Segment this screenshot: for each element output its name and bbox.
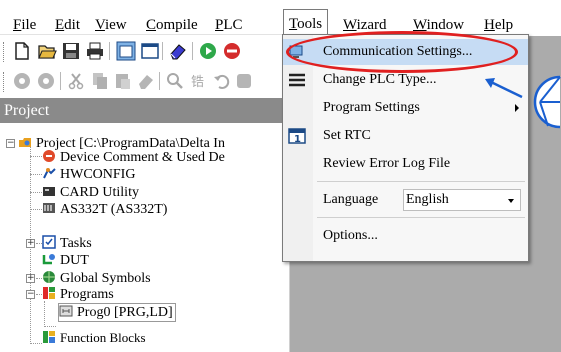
tree-item-dut[interactable]: DUT [42,252,89,269]
cut-icon [68,73,84,90]
tree-item-label: Global Symbols [60,271,151,286]
calendar-icon: 1 [288,128,306,144]
programs-icon [43,287,55,299]
save-icon[interactable] [61,41,81,61]
tree-collapse-toggle[interactable]: − [26,290,35,299]
offline-icon [38,73,54,89]
device-comment-icon [43,150,55,162]
menu-plc[interactable]: PLC [215,16,243,34]
card-icon [43,187,55,196]
replace-icon: 锆 [191,75,204,90]
menu-item-review-error-log[interactable]: Review Error Log File [283,151,528,177]
toolbar-edit: 锆 [0,66,300,96]
open-folder-icon[interactable] [37,41,57,61]
menu-compile[interactable]: Compile [146,16,198,34]
window-icon[interactable] [140,41,160,61]
tree-line [30,209,42,210]
tree-item-label: Programs [60,287,114,302]
tree-item-programs[interactable]: Programs [42,286,114,303]
tree-line [30,156,42,157]
change-plc-icon [289,73,305,87]
tree-item-label: DUT [60,253,89,268]
window-layout-icon[interactable] [116,41,136,61]
eraser-icon[interactable] [168,41,188,61]
tasks-icon [42,235,56,249]
erase-icon [139,75,153,89]
function-blocks-icon [43,331,55,343]
menu-item-options[interactable]: Options... [283,223,528,249]
paste-icon [116,74,130,89]
menu-edit[interactable]: Edit [55,16,80,34]
undo-icon [214,74,230,89]
tree-item-card-utility[interactable]: CARD Utility [42,184,139,201]
new-file-icon[interactable] [12,41,32,61]
tree-expand-toggle[interactable]: + [26,274,35,283]
menu-separator [317,181,525,182]
tree-item-label: Prog0 [PRG,LD] [77,305,173,320]
hwconfig-icon [43,168,56,179]
toolbar-main [0,36,300,66]
tree-item-label: Function Blocks [60,330,146,345]
run-icon[interactable] [198,41,218,61]
project-panel-title: Project [0,98,290,123]
tree-item-label: AS332T (AS332T) [60,202,168,217]
tree-item-device-comment[interactable]: Device Comment & Used De [42,149,225,166]
svg-text:1: 1 [294,134,301,144]
tree-line [30,174,42,175]
toolbar-separator [192,42,193,60]
tree-line [44,326,56,327]
tree-expand-toggle[interactable]: + [26,239,35,248]
tree-line [30,192,42,193]
tree-item-label: CARD Utility [60,185,139,200]
toolbar-separator [109,42,110,60]
svg-text:锆: 锆 [191,75,204,90]
tree-line [30,343,42,344]
tree-item-hwconfig[interactable]: HWCONFIG [42,166,135,183]
tree-item-label: Device Comment & Used De [60,150,225,165]
tree-item-prog0[interactable]: Prog0 [PRG,LD] [58,303,176,322]
stop-icon[interactable] [222,41,242,61]
tree-line [44,301,45,327]
tree-item-plc[interactable]: AS332T (AS332T) [42,201,167,218]
chevron-down-icon [508,199,514,203]
prog-icon [59,305,73,317]
tree-collapse-toggle[interactable]: − [6,139,15,148]
tree-item-function-blocks[interactable]: Function Blocks [42,329,146,346]
redo-icon [237,74,251,88]
global-symbols-icon [43,271,55,283]
project-tree-panel: − Project [C:\ProgramData\Delta In Devic… [0,123,290,352]
tree-item-global-symbols[interactable]: Global Symbols [42,270,151,287]
menu-view[interactable]: View [95,16,127,34]
copy-icon [93,73,107,89]
menu-bar: File Edit View Compile PLC Tools Wizard … [0,0,561,34]
dut-icon [42,254,55,265]
online-icon [14,73,30,89]
toolbar-grip[interactable] [3,42,6,62]
menu-separator [317,217,525,218]
toolbar-separator [60,72,61,90]
print-icon[interactable] [85,41,105,61]
project-icon [19,138,31,147]
menu-file[interactable]: File [13,16,36,34]
click-callout-icon [485,75,561,129]
tree-item-label: Tasks [60,236,92,251]
menu-tools[interactable]: Tools [283,9,329,34]
menubar-divider [0,34,300,35]
menu-item-language: Language English [283,187,528,213]
toolbar-grip[interactable] [3,72,6,92]
toolbar-separator [162,42,163,60]
language-select[interactable]: English [403,189,521,211]
find-icon [167,73,183,89]
tree-item-tasks[interactable]: Tasks [42,235,92,252]
tree-item-label: HWCONFIG [60,167,136,182]
toolbar-separator [159,72,160,90]
plc-icon [43,203,55,213]
menu-help[interactable]: Help [484,16,513,34]
